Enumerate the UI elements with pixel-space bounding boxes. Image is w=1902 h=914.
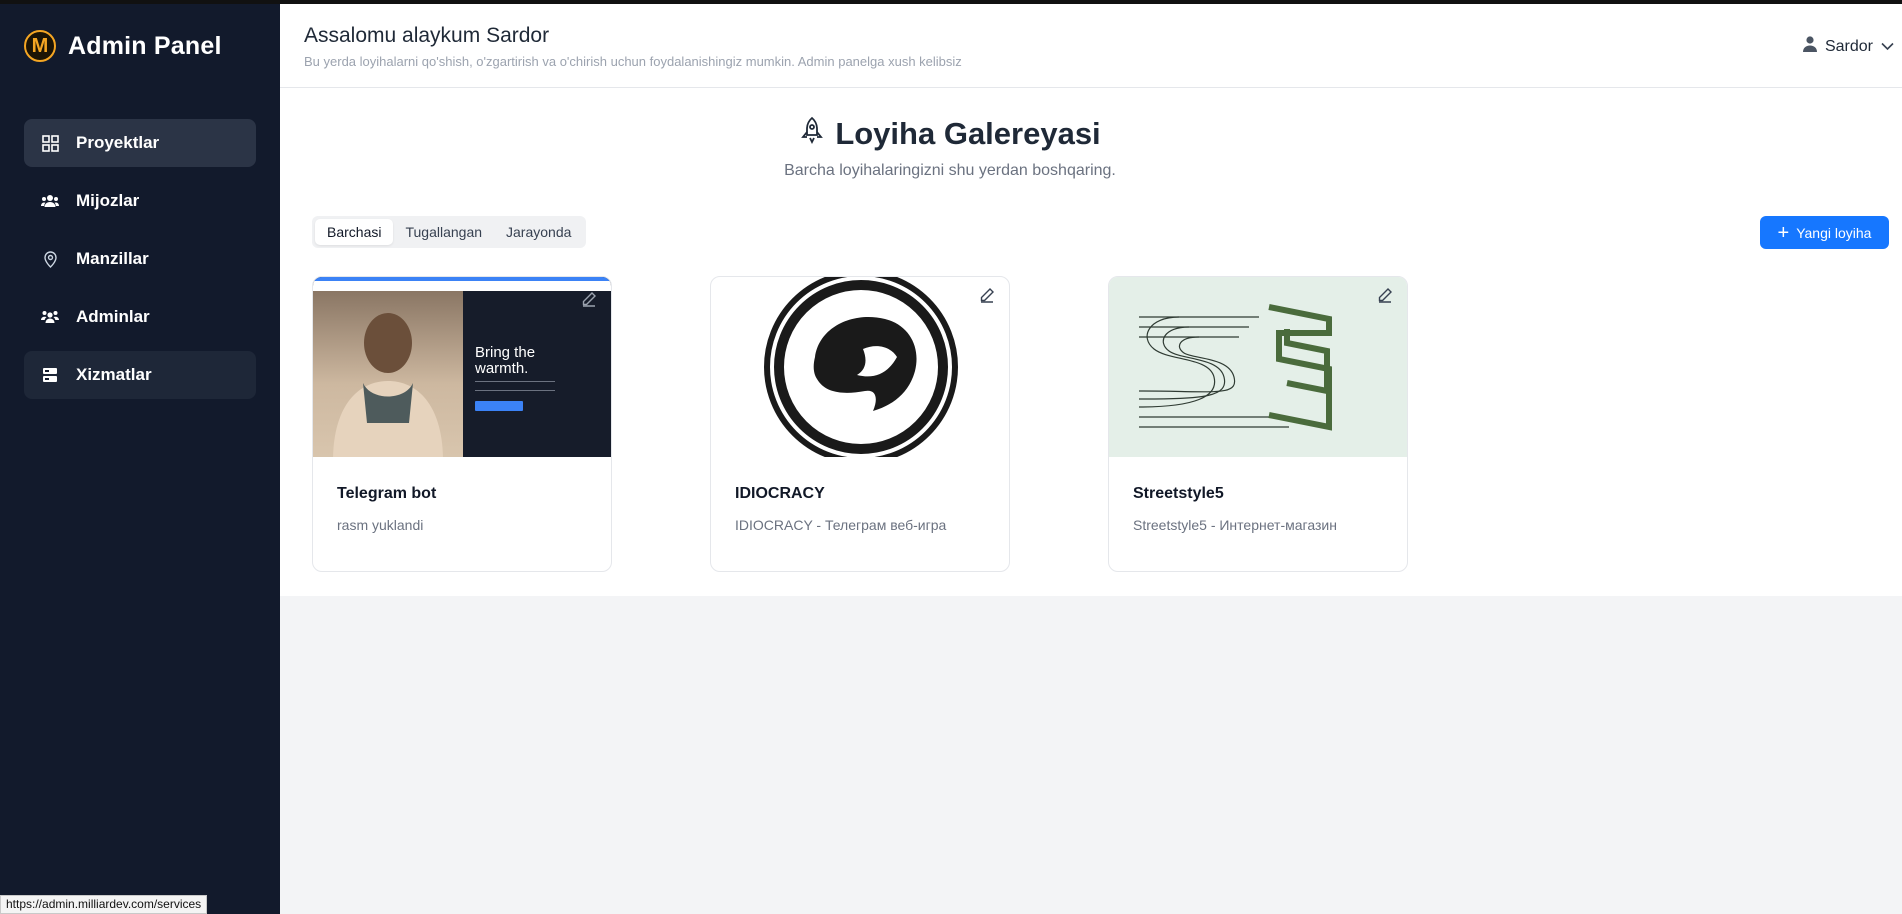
users-icon <box>40 191 60 211</box>
preview-headline: Bring the warmth. <box>475 344 536 377</box>
gallery-section: Loyiha Galereyasi Barcha loyihalaringizn… <box>280 88 1902 596</box>
project-card-telegram-bot[interactable]: Bring the warmth. Telegram bot rasm yukl… <box>312 276 612 572</box>
preview-button <box>475 401 523 411</box>
sidebar-item-manzillar[interactable]: Manzillar <box>24 235 256 283</box>
project-image: Bring the warmth. <box>313 277 611 457</box>
project-card-idiocracy[interactable]: IDIOCRACY IDIOCRACY - Телеграм веб-игра <box>710 276 1010 572</box>
brand-title: Admin Panel <box>68 31 222 60</box>
project-description: rasm yuklandi <box>337 517 424 533</box>
project-description: Streetstyle5 - Интернет-магазин <box>1133 517 1337 533</box>
edit-icon[interactable] <box>1377 287 1397 307</box>
streetstyle5-logo-icon <box>1138 304 1332 431</box>
preview-navbar <box>313 281 611 291</box>
services-icon <box>40 365 60 385</box>
status-bar-url: https://admin.milliardev.com/services <box>0 895 208 914</box>
brand-logo-icon: M <box>24 30 56 62</box>
tab-jarayonda[interactable]: Jarayonda <box>494 219 583 245</box>
plus-icon: + <box>1777 221 1790 244</box>
filter-tabs: Barchasi Tugallangan Jarayonda <box>312 216 587 248</box>
sidebar-item-label: Mijozlar <box>76 191 140 210</box>
chevron-down-icon <box>1881 38 1894 56</box>
greeting-subtext: Bu yerda loyihalarni qo'shish, o'zgartir… <box>304 54 962 69</box>
sidebar-item-xizmatlar[interactable]: Xizmatlar <box>24 351 256 399</box>
tab-barchasi[interactable]: Barchasi <box>315 219 394 245</box>
gallery-title: Loyiha Galereyasi <box>799 116 1101 152</box>
location-pin-icon <box>40 249 60 269</box>
sidebar-item-label: Xizmatlar <box>76 365 152 384</box>
preview-text-lines <box>475 381 555 391</box>
new-project-button[interactable]: + Yangi loyiha <box>1760 216 1889 249</box>
gallery-subtitle: Barcha loyihalaringizni shu yerdan boshq… <box>784 162 1116 179</box>
project-title: Streetstyle5 <box>1133 485 1224 502</box>
sidebar-item-proyektlar[interactable]: Proyektlar <box>24 119 256 167</box>
project-description: IDIOCRACY - Телеграм веб-игра <box>735 517 947 533</box>
greeting-title: Assalomu alaykum Sardor <box>304 24 550 47</box>
sidebar-item-label: Manzillar <box>76 249 149 268</box>
gallery-header: Loyiha Galereyasi Barcha loyihalaringizn… <box>280 116 1620 180</box>
edit-icon[interactable] <box>581 291 601 311</box>
project-title: IDIOCRACY <box>735 485 825 502</box>
project-title: Telegram bot <box>337 485 437 502</box>
team-icon <box>40 307 60 327</box>
tab-tugallangan[interactable]: Tugallangan <box>393 219 494 245</box>
new-project-label: Yangi loyiha <box>1796 224 1872 241</box>
sidebar-item-label: Adminlar <box>76 307 150 326</box>
sidebar-nav: Proyektlar Mijozlar Manzillar Adminlar X… <box>0 119 280 399</box>
project-image <box>711 277 1009 457</box>
brand[interactable]: M Admin Panel <box>0 4 280 88</box>
gallery-title-text: Loyiha Galereyasi <box>835 116 1101 151</box>
sidebar-item-mijozlar[interactable]: Mijozlar <box>24 177 256 225</box>
sidebar-item-adminlar[interactable]: Adminlar <box>24 293 256 341</box>
idiocracy-logo-icon <box>764 277 958 457</box>
edit-icon[interactable] <box>979 287 999 307</box>
user-menu[interactable]: Sardor <box>1802 36 1894 57</box>
rocket-icon <box>799 116 835 152</box>
sidebar: M Admin Panel Proyektlar Mijozlar Manzil… <box>0 4 280 914</box>
project-card-streetstyle5[interactable]: Streetstyle5 Streetstyle5 - Интернет-маг… <box>1108 276 1408 572</box>
top-header: Assalomu alaykum Sardor Bu yerda loyihal… <box>280 4 1902 88</box>
sidebar-item-label: Proyektlar <box>76 133 160 152</box>
preview-photo <box>313 291 463 457</box>
project-image <box>1109 277 1407 457</box>
user-icon <box>1802 36 1817 57</box>
grid-icon <box>40 133 60 153</box>
user-name: Sardor <box>1824 37 1873 55</box>
